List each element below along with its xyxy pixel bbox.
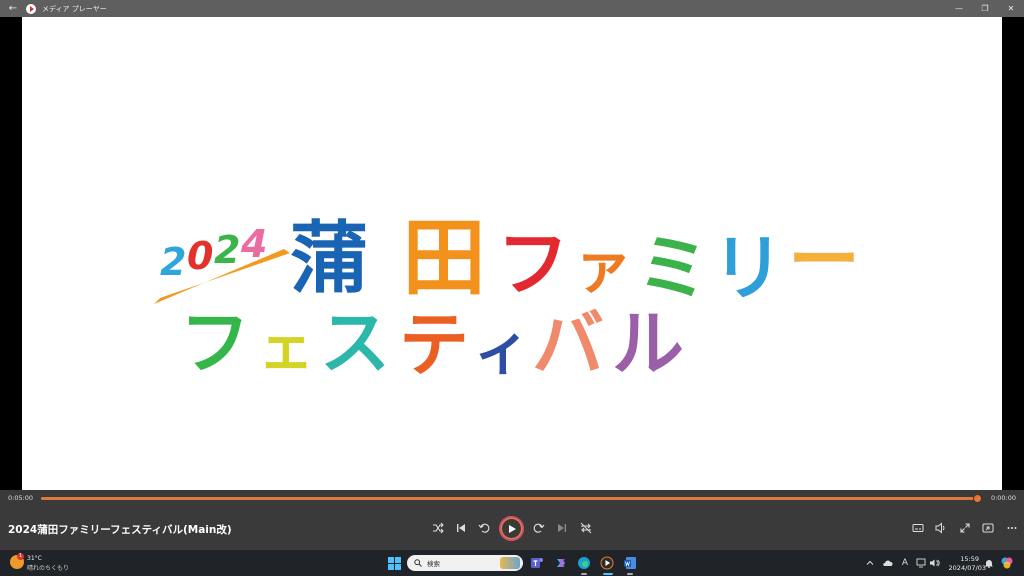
edge-running-indicator <box>581 573 587 575</box>
logo-kana-line2: ィ <box>474 318 530 383</box>
chevron-up-icon <box>866 560 874 565</box>
next-icon <box>558 524 566 532</box>
back-arrow-icon: ← <box>8 3 18 14</box>
logo-kana-line2: テ <box>399 304 469 386</box>
teams-icon <box>531 558 543 568</box>
volume-button[interactable] <box>932 519 950 537</box>
window-controls: — ❐ ✕ <box>946 0 1024 17</box>
more-icon <box>1007 527 1017 529</box>
forward-30-button[interactable] <box>530 519 548 537</box>
copilot-icon <box>557 559 565 567</box>
video-frame[interactable]: 2 0 2 4 蒲 田 フ ァ ミ リ ー フ ェ ス テ ィ バ ル <box>22 17 1002 490</box>
minimize-button[interactable]: — <box>946 0 972 17</box>
seek-bar[interactable] <box>41 497 979 500</box>
rewind-icon <box>478 523 490 533</box>
miniplayer-icon <box>982 523 994 533</box>
captions-button[interactable] <box>909 519 927 537</box>
copilot-tray-button[interactable] <box>999 555 1015 571</box>
word-icon <box>624 557 636 569</box>
previous-button[interactable] <box>452 519 470 537</box>
title-bar: ← メディア プレーヤー — ❐ ✕ <box>0 0 1024 17</box>
logo-year-digit: 4 <box>240 222 267 266</box>
logo-kana-line1: ミ <box>637 226 709 310</box>
festival-logo: 2 0 2 4 蒲 田 フ ァ ミ リ ー フ ェ ス テ ィ バ ル <box>154 209 860 386</box>
taskbar-media-player[interactable] <box>599 555 615 571</box>
taskbar-word[interactable] <box>622 555 638 571</box>
ime-mode-icon: A <box>901 558 909 568</box>
window-title: メディア プレーヤー <box>42 4 107 13</box>
start-button[interactable] <box>386 555 402 571</box>
taskbar-search[interactable]: 検索 <box>407 555 523 571</box>
logo-kana-line1: リ <box>712 226 784 310</box>
search-placeholder: 検索 <box>427 560 440 568</box>
taskbar: 1 31°C 晴れのちくもり 検索 A 15:59 2024/07/03 <box>0 550 1024 576</box>
fast-forward-icon <box>533 523 545 533</box>
notifications-button[interactable] <box>981 555 997 571</box>
fullscreen-button[interactable] <box>956 519 974 537</box>
restore-button[interactable]: ❐ <box>972 0 998 17</box>
word-running-indicator <box>627 573 633 575</box>
restore-icon: ❐ <box>981 4 989 13</box>
media-title: 2024蒲田ファミリーフェスティバル(Main改) <box>8 524 232 536</box>
copilot-colorful-icon <box>1001 557 1013 569</box>
cloud-icon <box>882 560 892 566</box>
media-player-icon <box>600 556 614 570</box>
logo-kanji: 蒲 <box>290 214 368 304</box>
logo-kana-line1: フ <box>497 222 569 306</box>
minimize-icon: — <box>955 4 963 13</box>
media-player-app-icon <box>26 3 36 14</box>
player-controls: 0:05:00 0:00:00 2024蒲田ファミリーフェスティバル(Main改… <box>0 490 1024 550</box>
fullscreen-icon <box>960 523 970 533</box>
logo-year-digit: 2 <box>160 240 186 284</box>
repeat-button[interactable] <box>577 519 595 537</box>
logo-kana-line1: ー <box>788 218 860 302</box>
seek-thumb[interactable] <box>973 494 982 503</box>
bell-icon <box>985 560 993 568</box>
ime-button[interactable]: A <box>897 555 913 571</box>
logo-kana-line2: ェ <box>258 316 314 381</box>
show-hidden-icons-button[interactable] <box>862 555 878 571</box>
weather-temp[interactable]: 31°C <box>27 555 42 562</box>
onedrive-button[interactable] <box>879 555 895 571</box>
windows-logo-icon <box>387 556 401 570</box>
rewind-10-button[interactable] <box>475 519 493 537</box>
taskbar-teams[interactable] <box>529 555 545 571</box>
speaker-icon <box>935 522 945 534</box>
next-button[interactable] <box>553 519 571 537</box>
logo-kana-line2: フ <box>180 302 250 384</box>
play-icon <box>508 524 516 533</box>
network-icon <box>916 558 925 568</box>
repeat-off-icon <box>580 522 592 534</box>
logo-kana-line2: ス <box>320 302 390 384</box>
volume-tray-button[interactable] <box>926 555 942 571</box>
current-time: 0:05:00 <box>8 494 34 502</box>
close-icon: ✕ <box>1007 4 1015 13</box>
play-button[interactable] <box>499 516 524 541</box>
logo-kana-line2: ル <box>612 302 684 386</box>
search-icon <box>414 559 422 567</box>
previous-icon <box>457 524 465 532</box>
logo-year-digit: 2 <box>214 228 240 272</box>
logo-kana-line1: ァ <box>574 233 632 301</box>
taskbar-copilot[interactable] <box>553 555 569 571</box>
shuffle-button[interactable] <box>429 519 447 537</box>
logo-kana-line2: バ <box>532 302 604 386</box>
more-options-button[interactable] <box>1003 519 1021 537</box>
media-player-active-indicator <box>603 573 613 575</box>
logo-kanji: 田 <box>402 209 486 307</box>
captions-icon <box>912 524 924 532</box>
remaining-time: 0:00:00 <box>990 494 1016 502</box>
edge-icon <box>578 557 590 569</box>
miniplayer-button[interactable] <box>979 519 997 537</box>
search-highlight-image <box>500 557 520 569</box>
weather-badge: 1 <box>17 553 24 560</box>
logo-year-digit: 0 <box>187 234 213 278</box>
weather-desc[interactable]: 晴れのちくもり <box>27 563 69 572</box>
speaker-icon <box>929 559 940 567</box>
shuffle-icon <box>433 522 444 534</box>
close-button[interactable]: ✕ <box>998 0 1024 17</box>
clock-time[interactable]: 15:59 <box>960 555 979 563</box>
taskbar-edge[interactable] <box>576 555 592 571</box>
back-button[interactable]: ← <box>0 0 26 17</box>
